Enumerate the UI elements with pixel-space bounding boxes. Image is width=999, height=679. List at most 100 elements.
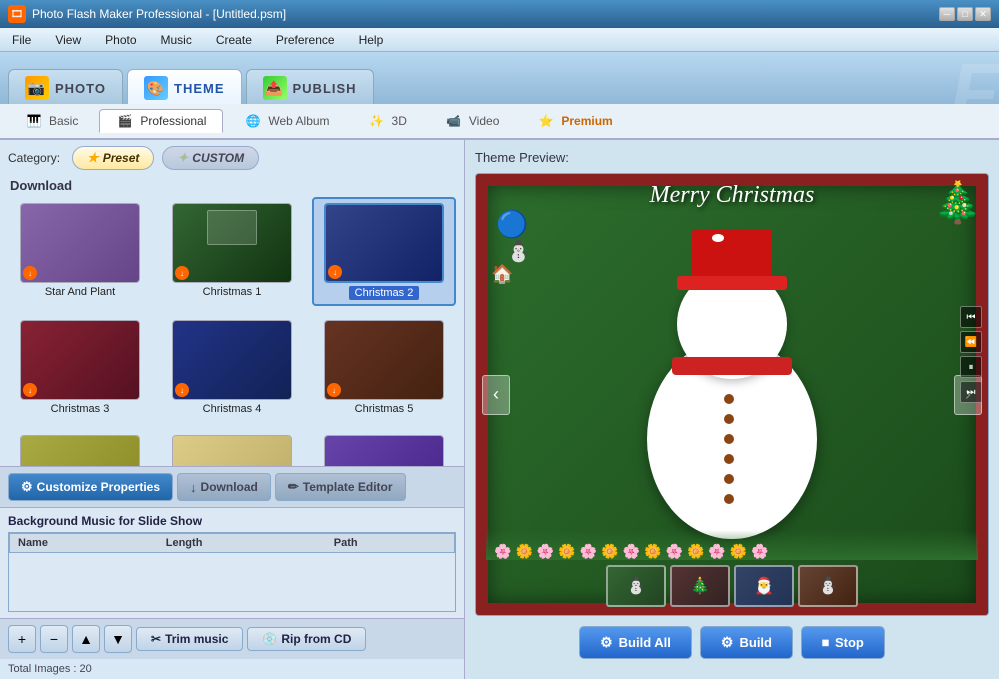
tab-photo-label: Photo	[55, 81, 106, 96]
main-content: Category: ★ Preset ✦ CUSTOM Download	[0, 140, 999, 679]
download-badge-5: ↓	[327, 383, 341, 397]
theme-thumb-xmas4: ↓	[172, 320, 292, 400]
house-icon: 🏠	[491, 264, 513, 285]
menu-photo[interactable]: Photo	[93, 28, 148, 51]
window-controls: ─ □ ✕	[939, 7, 991, 21]
thumbnail-strip: ⛄ 🎄 🎅 ⛄	[606, 565, 858, 607]
premium-icon: ⭐	[537, 114, 555, 128]
theme-label-xmas3: Christmas 3	[51, 403, 110, 415]
window-title: Photo Flash Maker Professional - [Untitl…	[32, 7, 939, 21]
theme-item-xmas4[interactable]: ↓ Christmas 4	[160, 314, 304, 421]
menu-music[interactable]: Music	[149, 28, 204, 51]
theme-label-xmas1: Christmas 1	[203, 286, 262, 298]
rip-cd-button[interactable]: 💿 Rip from CD	[247, 627, 366, 651]
move-up-button[interactable]: ▲	[72, 625, 100, 653]
theme-item-7[interactable]	[8, 429, 152, 466]
menu-file[interactable]: File	[0, 28, 43, 51]
tab-photo[interactable]: 📷 Photo	[8, 69, 123, 104]
build-button[interactable]: ⚙ Build	[700, 626, 793, 659]
preview-prev-button[interactable]: ‹	[482, 375, 510, 415]
theme-label-xmas4: Christmas 4	[203, 403, 262, 415]
professional-icon: 🎬	[116, 114, 134, 128]
xmas-title: Merry Christmas	[650, 182, 815, 209]
tab-theme-label: Theme	[174, 81, 225, 96]
remove-music-button[interactable]: −	[40, 625, 68, 653]
music-controls: + − ▲ ▼ ✂ Trim music 💿 Rip from CD	[0, 618, 464, 659]
snowman-scarf	[672, 357, 792, 375]
build-all-icon: ⚙	[600, 634, 613, 651]
theme-thumb-star: ↓	[20, 203, 140, 283]
publish-tab-icon: 📤	[263, 76, 287, 100]
music-section: Background Music for Slide Show Name Len…	[0, 507, 464, 618]
theme-item-star[interactable]: ↓ Star And Plant	[8, 197, 152, 306]
sub-tabbar: 🎹 Basic 🎬 Professional 🌐 Web Album ✨ 3D …	[0, 104, 999, 140]
download-badge-4: ↓	[175, 383, 189, 397]
subtab-3d[interactable]: ✨ 3D	[351, 109, 424, 133]
customize-properties-button[interactable]: ⚙ Customize Properties	[8, 473, 173, 501]
theme-thumb-9	[324, 435, 444, 466]
music-title: Background Music for Slide Show	[8, 514, 456, 528]
holly-decoration: 🎄	[933, 179, 983, 226]
category-label: Category:	[8, 151, 60, 165]
custom-tab[interactable]: ✦ CUSTOM	[162, 146, 259, 170]
theme-item-xmas3[interactable]: ↓ Christmas 3	[8, 314, 152, 421]
prev-button[interactable]: ⏪	[960, 331, 982, 353]
theme-thumb-xmas5: ↓	[324, 320, 444, 400]
template-editor-label: Template Editor	[303, 480, 393, 494]
right-panel: Theme Preview: Merry Christmas 🎄	[465, 140, 999, 679]
add-music-button[interactable]: +	[8, 625, 36, 653]
trim-music-button[interactable]: ✂ Trim music	[136, 627, 243, 651]
skip-forward-button[interactable]: ⏭	[960, 381, 982, 403]
theme-item-xmas2[interactable]: ↓ Christmas 2	[312, 197, 456, 306]
music-table: Name Length Path	[9, 533, 455, 553]
3d-icon: ✨	[368, 114, 386, 128]
build-all-button[interactable]: ⚙ Build All	[579, 626, 692, 659]
menu-help[interactable]: Help	[347, 28, 396, 51]
thumb-1[interactable]: ⛄	[606, 565, 666, 607]
skip-back-button[interactable]: ⏮	[960, 306, 982, 328]
theme-item-xmas5[interactable]: ↓ Christmas 5	[312, 314, 456, 421]
download-badge-3: ↓	[23, 383, 37, 397]
thumb-4[interactable]: ⛄	[798, 565, 858, 607]
thumb-2[interactable]: 🎄	[670, 565, 730, 607]
menu-preference[interactable]: Preference	[264, 28, 347, 51]
tab-publish[interactable]: 📤 Publish	[246, 69, 374, 104]
close-button[interactable]: ✕	[975, 7, 991, 21]
stop-button[interactable]: ⏹ Stop	[801, 626, 885, 659]
template-editor-button[interactable]: ✏ Template Editor	[275, 473, 406, 501]
star-icon: ★	[87, 150, 99, 166]
build-buttons: ⚙ Build All ⚙ Build ⏹ Stop	[475, 616, 989, 669]
subtab-professional[interactable]: 🎬 Professional	[99, 109, 223, 133]
theme-thumb-8	[172, 435, 292, 466]
titlebar: 🎞 Photo Flash Maker Professional - [Unti…	[0, 0, 999, 28]
build-icon: ⚙	[721, 634, 734, 651]
preset-tab[interactable]: ★ Preset	[72, 146, 154, 170]
theme-thumb-7	[20, 435, 140, 466]
tab-publish-label: Publish	[293, 81, 357, 96]
menu-create[interactable]: Create	[204, 28, 264, 51]
theme-thumb-xmas1: ↓	[172, 203, 292, 283]
custom-icon: ✦	[177, 150, 188, 166]
music-table-container[interactable]: Name Length Path	[8, 532, 456, 612]
subtab-premium[interactable]: ⭐ Premium	[520, 109, 629, 133]
left-panel: Category: ★ Preset ✦ CUSTOM Download	[0, 140, 465, 679]
download-button[interactable]: ↓ Download	[177, 473, 271, 501]
theme-grid-scroll[interactable]: Download ↓ Star And Plant	[0, 170, 464, 466]
download-badge: ↓	[23, 266, 37, 280]
subtab-basic[interactable]: 🎹 Basic	[8, 109, 95, 133]
menu-view[interactable]: View	[43, 28, 93, 51]
theme-item-xmas1[interactable]: ↓ Christmas 1	[160, 197, 304, 306]
theme-item-8[interactable]	[160, 429, 304, 466]
thumb-3[interactable]: 🎅	[734, 565, 794, 607]
tab-theme[interactable]: 🎨 Theme	[127, 69, 242, 104]
subtab-webalbum[interactable]: 🌐 Web Album	[227, 109, 346, 133]
maximize-button[interactable]: □	[957, 7, 973, 21]
subtab-video[interactable]: 📹 Video	[428, 109, 516, 133]
move-down-button[interactable]: ▼	[104, 625, 132, 653]
stop-label: Stop	[835, 635, 864, 650]
webalbum-icon: 🌐	[244, 114, 262, 128]
minimize-button[interactable]: ─	[939, 7, 955, 21]
theme-item-9[interactable]	[312, 429, 456, 466]
theme-tab-icon: 🎨	[144, 76, 168, 100]
pause-button[interactable]: ⏸	[960, 356, 982, 378]
